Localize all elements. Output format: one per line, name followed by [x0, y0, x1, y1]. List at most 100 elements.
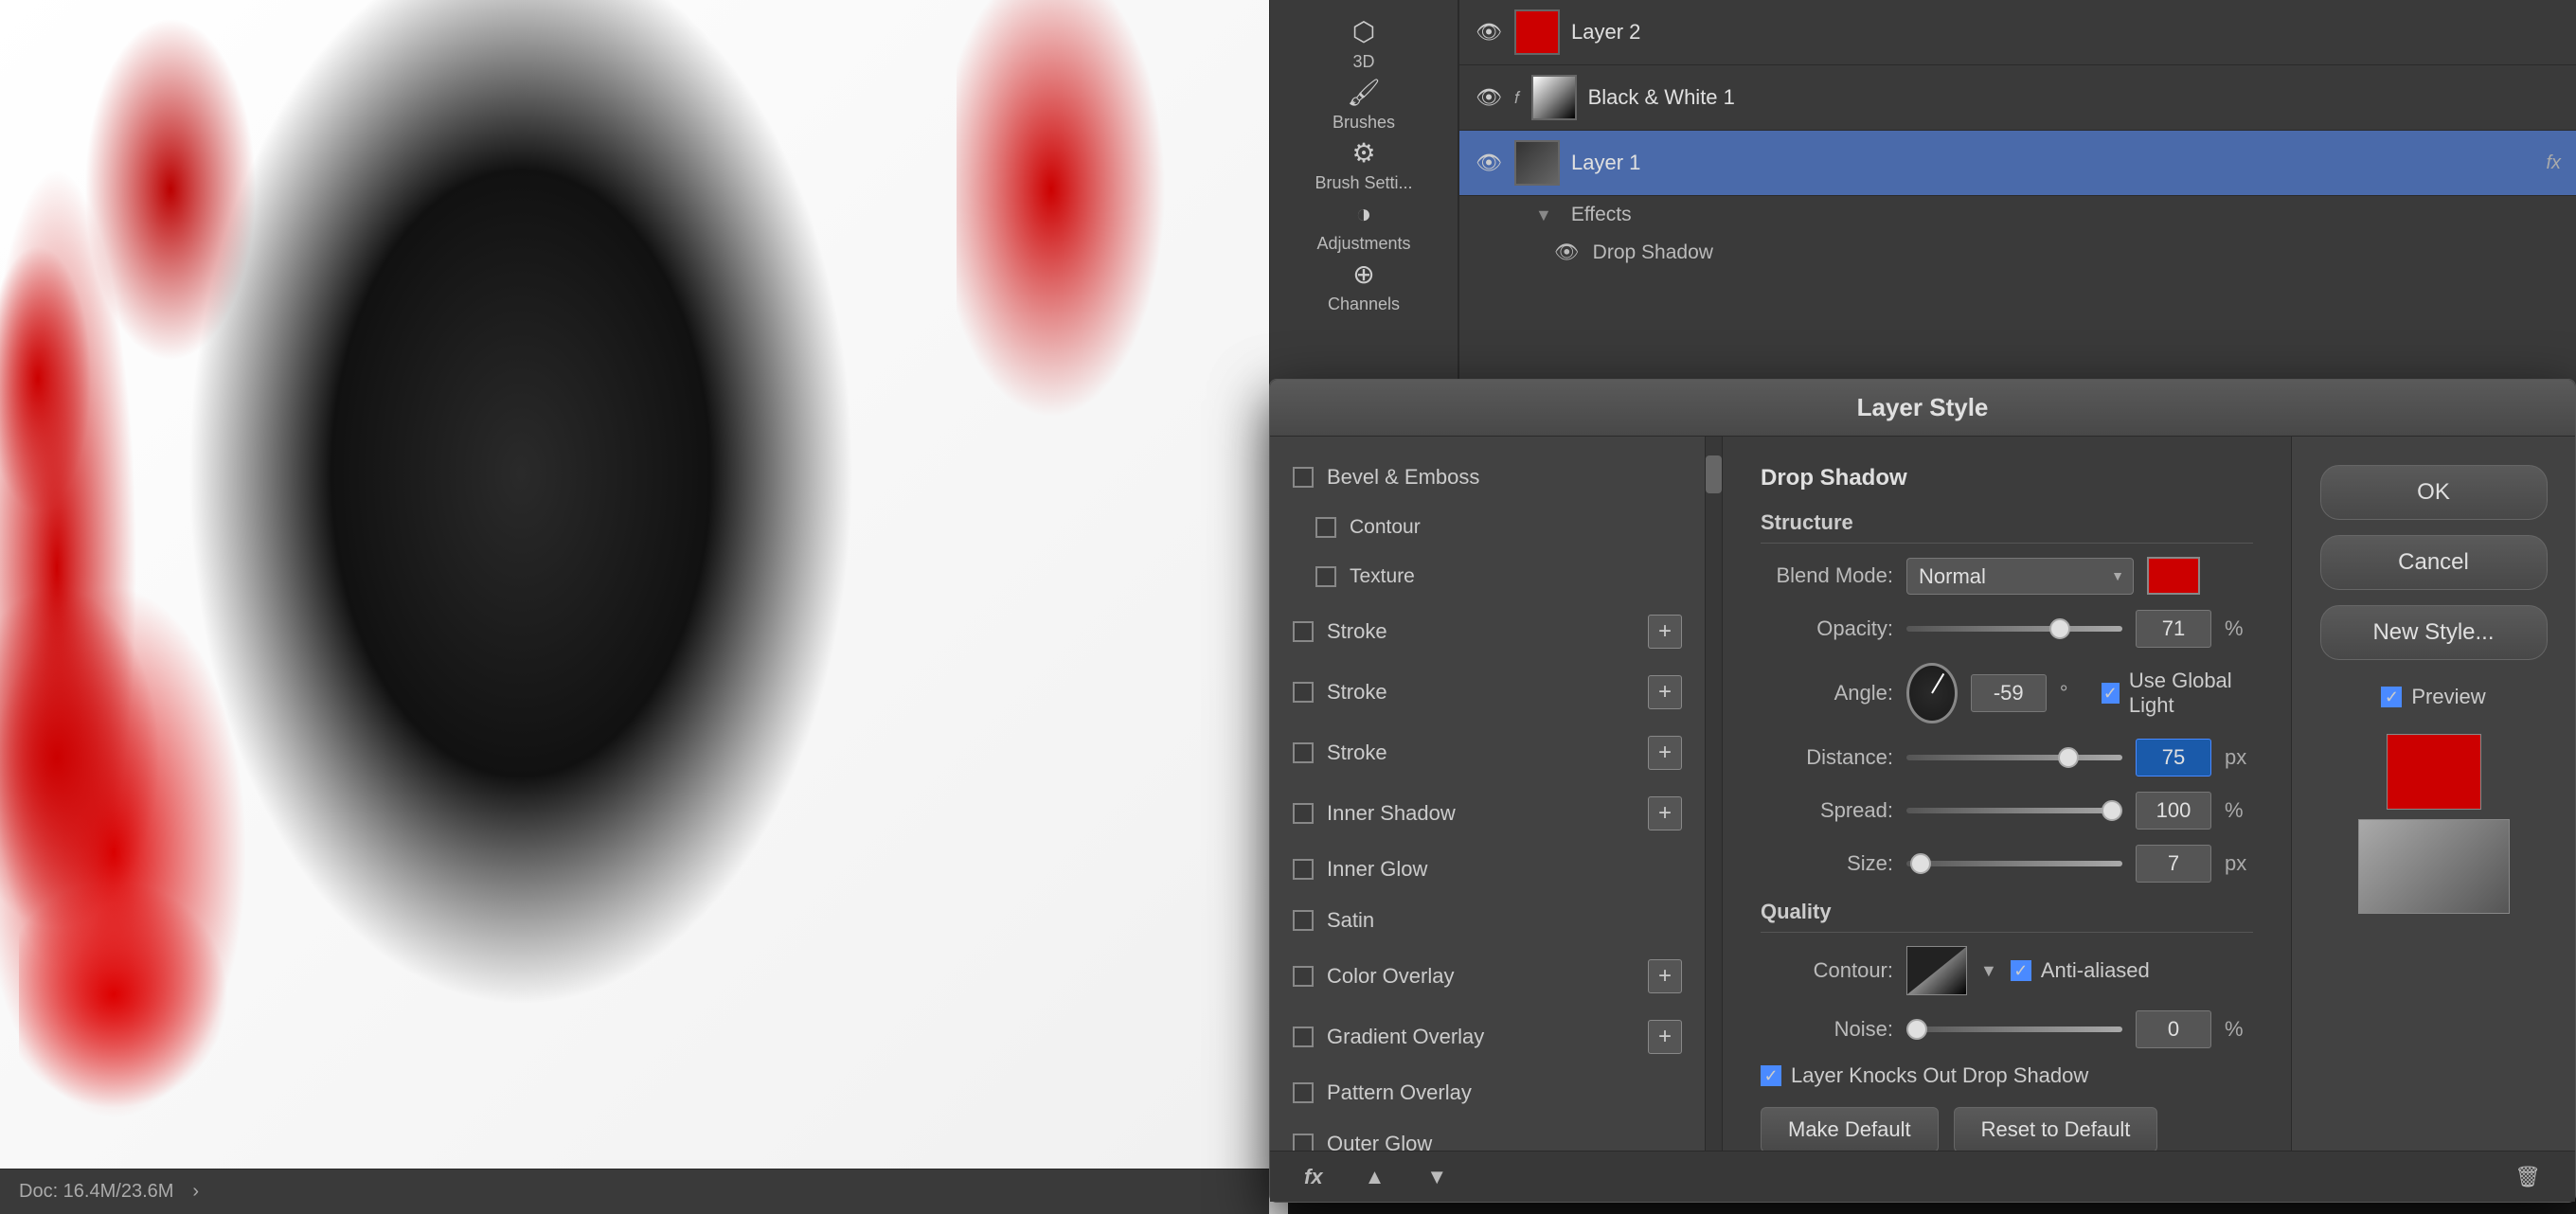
add-stroke3[interactable]: + — [1648, 736, 1682, 770]
drop-shadow-color-swatch[interactable] — [2147, 557, 2200, 595]
effect-inner-glow[interactable]: Inner Glow — [1270, 844, 1705, 895]
anti-aliased-checkbox[interactable]: ✓ — [2011, 960, 2031, 981]
distance-slider-thumb[interactable] — [2058, 747, 2079, 768]
sidebar-item-channels[interactable]: ⊕ Channels — [1307, 258, 1421, 314]
checkbox-outer-glow[interactable] — [1293, 1134, 1314, 1151]
cancel-button[interactable]: Cancel — [2320, 535, 2548, 590]
checkbox-color-overlay[interactable] — [1293, 966, 1314, 987]
noise-slider-thumb[interactable] — [1906, 1019, 1927, 1040]
add-gradient-overlay[interactable]: + — [1648, 1020, 1682, 1054]
use-global-light-label[interactable]: ✓ Use Global Light — [2102, 669, 2253, 718]
effect-texture[interactable]: Texture — [1270, 552, 1705, 601]
contour-dropdown-arrow[interactable]: ▼ — [1980, 961, 1997, 981]
angle-dial[interactable] — [1906, 663, 1958, 723]
status-arrow[interactable]: › — [192, 1181, 199, 1203]
noise-slider[interactable] — [1906, 1027, 2122, 1032]
checkbox-inner-glow[interactable] — [1293, 859, 1314, 880]
new-style-button[interactable]: New Style... — [2320, 605, 2548, 660]
sidebar-item-brushes[interactable]: 🖌 Brushes — [1307, 76, 1421, 133]
eye-icon-bw1[interactable]: 👁 — [1475, 83, 1503, 112]
layer-fx-badge: fx — [2546, 152, 2561, 174]
contour-label: Contour: — [1761, 958, 1893, 983]
effects-row[interactable]: ▼ Effects — [1459, 196, 2576, 234]
sidebar-item-adjustments[interactable]: ◑ Adjustments — [1307, 197, 1421, 254]
effect-inner-shadow[interactable]: Inner Shadow + — [1270, 783, 1705, 844]
layer-row-layer2[interactable]: 👁 Layer 2 — [1459, 0, 2576, 65]
anti-aliased-label[interactable]: ✓ Anti-aliased — [2011, 958, 2150, 983]
angle-input[interactable] — [1971, 674, 2047, 712]
opacity-input[interactable] — [2136, 610, 2211, 648]
noise-unit: % — [2225, 1017, 2253, 1042]
contour-preview[interactable] — [1906, 946, 1967, 995]
distance-input[interactable] — [2136, 739, 2211, 777]
size-label: Size: — [1761, 851, 1893, 876]
main-panel: Drop Shadow Structure Blend Mode: Normal… — [1723, 437, 2291, 1151]
reset-to-default-btn[interactable]: Reset to Default — [1954, 1107, 2158, 1151]
effect-gradient-overlay[interactable]: Gradient Overlay + — [1270, 1007, 1705, 1067]
ok-button[interactable]: OK — [2320, 465, 2548, 520]
layer-row-bw1[interactable]: 👁 𝑓 Black & White 1 — [1459, 65, 2576, 131]
size-input[interactable] — [2136, 845, 2211, 883]
scrollbar-thumb[interactable] — [1706, 455, 1722, 493]
effect-pattern-overlay[interactable]: Pattern Overlay — [1270, 1067, 1705, 1118]
effect-outer-glow[interactable]: Outer Glow — [1270, 1118, 1705, 1151]
eye-icon-layer1[interactable]: 👁 — [1475, 149, 1503, 177]
add-stroke2[interactable]: + — [1648, 675, 1682, 709]
checkbox-stroke1[interactable] — [1293, 621, 1314, 642]
make-default-btn[interactable]: Make Default — [1761, 1107, 1939, 1151]
canvas-area — [0, 0, 1288, 1214]
subsection-structure: Structure — [1761, 510, 2253, 544]
bottom-buttons: Make Default Reset to Default — [1761, 1107, 2253, 1151]
opacity-slider-thumb[interactable] — [2049, 618, 2070, 639]
size-slider-thumb[interactable] — [1910, 853, 1931, 874]
effect-stroke2[interactable]: Stroke + — [1270, 662, 1705, 723]
checkbox-satin[interactable] — [1293, 910, 1314, 931]
blend-mode-row: Blend Mode: Normal Multiply Screen Overl… — [1761, 557, 2253, 595]
noise-label: Noise: — [1761, 1017, 1893, 1042]
checkbox-gradient-overlay[interactable] — [1293, 1027, 1314, 1047]
spread-slider[interactable] — [1906, 808, 2122, 813]
knocks-out-label[interactable]: ✓ Layer Knocks Out Drop Shadow — [1761, 1063, 2088, 1088]
sidebar-item-3d[interactable]: ⬡ 3D — [1307, 15, 1421, 72]
effect-stroke1[interactable]: Stroke + — [1270, 601, 1705, 662]
distance-label: Distance: — [1761, 745, 1893, 770]
drop-shadow-row[interactable]: 👁 Drop Shadow — [1459, 234, 2576, 272]
effect-color-overlay[interactable]: Color Overlay + — [1270, 946, 1705, 1007]
add-color-overlay[interactable]: + — [1648, 959, 1682, 993]
preview-checkbox[interactable]: ✓ — [2381, 687, 2402, 707]
effect-stroke3[interactable]: Stroke + — [1270, 723, 1705, 783]
checkbox-contour[interactable] — [1315, 517, 1336, 538]
layer-row-layer1[interactable]: 👁 Layer 1 fx — [1459, 131, 2576, 196]
opacity-slider[interactable] — [1906, 626, 2122, 632]
spread-input[interactable] — [2136, 792, 2211, 830]
use-global-light-checkbox[interactable]: ✓ — [2102, 683, 2120, 704]
knocks-out-checkbox[interactable]: ✓ — [1761, 1065, 1781, 1086]
add-inner-shadow[interactable]: + — [1648, 796, 1682, 830]
opacity-label: Opacity: — [1761, 616, 1893, 641]
size-slider[interactable] — [1906, 861, 2122, 866]
sidebar-item-brush-settings[interactable]: ⚙ Brush Setti... — [1307, 136, 1421, 193]
checkbox-stroke3[interactable] — [1293, 742, 1314, 763]
fx-delete[interactable]: 🗑 — [2503, 1159, 2552, 1195]
eye-icon-layer2[interactable]: 👁 — [1475, 18, 1503, 46]
angle-row: Angle: ° ✓ Use Global Light — [1761, 663, 2253, 723]
add-stroke1[interactable]: + — [1648, 615, 1682, 649]
dialog-title: Layer Style — [1270, 380, 2575, 437]
checkbox-inner-shadow[interactable] — [1293, 803, 1314, 824]
fx-move-up[interactable]: ▲ — [1353, 1159, 1397, 1195]
effects-scrollbar[interactable] — [1706, 437, 1723, 1151]
ps-sidebar: ⬡ 3D 🖌 Brushes ⚙ Brush Setti... ◑ Adjust… — [1269, 0, 1458, 398]
effect-bevel-emboss[interactable]: Bevel & Emboss — [1270, 452, 1705, 503]
checkbox-stroke2[interactable] — [1293, 682, 1314, 703]
spread-slider-thumb[interactable] — [2102, 800, 2122, 821]
checkbox-texture[interactable] — [1315, 566, 1336, 587]
effect-contour[interactable]: Contour — [1270, 503, 1705, 552]
noise-input[interactable] — [2136, 1010, 2211, 1048]
layer-name-bw1: Black & White 1 — [1588, 85, 2561, 110]
checkbox-pattern-overlay[interactable] — [1293, 1082, 1314, 1103]
distance-slider[interactable] — [1906, 755, 2122, 760]
effect-satin[interactable]: Satin — [1270, 895, 1705, 946]
checkbox-bevel-emboss[interactable] — [1293, 467, 1314, 488]
blend-mode-select[interactable]: Normal Multiply Screen Overlay Darken Li… — [1906, 558, 2134, 595]
fx-move-down[interactable]: ▼ — [1415, 1159, 1458, 1195]
